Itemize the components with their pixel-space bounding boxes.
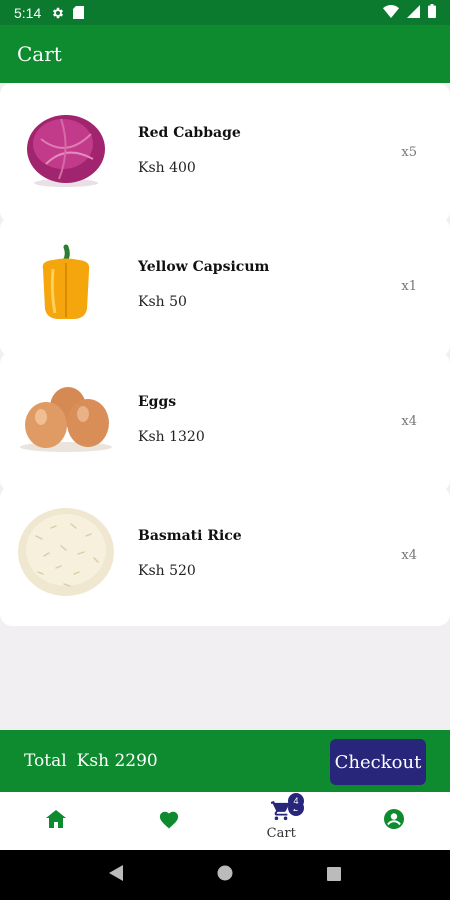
home-icon [46,810,67,832]
system-navigation-bar [0,850,450,900]
item-price: Ksh 520 [138,563,196,579]
signal-icon [407,4,420,21]
cart-item[interactable]: Basmati Rice Ksh 520 x4 [0,486,450,626]
cart-item[interactable]: Eggs Ksh 1320 x4 [0,352,450,492]
recents-icon[interactable] [327,866,341,885]
cart-item[interactable]: Yellow Capsicum Ksh 50 x1 [0,217,450,357]
item-quantity: x4 [401,548,417,563]
item-name: Eggs [138,394,177,410]
page-title: Cart [17,42,62,66]
account-icon [383,809,404,833]
item-price: Ksh 400 [138,160,196,176]
item-quantity: x5 [401,145,417,160]
red-cabbage-image [16,105,116,193]
cart-nav-label: Cart [266,826,296,841]
bottom-nav: 2 Cart 4 [0,792,450,850]
status-bar: 5:14 [0,0,450,25]
total-value: Ksh 2290 [76,751,158,771]
battery-icon [428,4,436,21]
total-bar: Total Ksh 2290 Checkout [0,730,450,792]
home-button-icon[interactable] [217,865,233,885]
wifi-icon [383,4,399,21]
item-name: Basmati Rice [138,528,242,544]
yellow-capsicum-image [16,239,116,327]
sd-card-icon [73,6,85,19]
item-name: Yellow Capsicum [138,259,270,275]
status-time: 5:14 [14,4,42,21]
item-quantity: x1 [401,279,417,294]
item-name: Red Cabbage [138,125,241,141]
cart-badge: 4 [288,793,304,809]
nav-favorites[interactable]: 2 [113,792,304,850]
item-quantity: x4 [401,414,417,429]
basmati-rice-image [16,508,116,596]
nav-home[interactable] [0,792,113,850]
item-price: Ksh 1320 [138,429,205,445]
nav-account[interactable] [338,792,450,850]
checkout-button[interactable]: Checkout [330,739,426,785]
total-label: Total [24,751,67,771]
eggs-image [16,374,116,462]
app-bar: Cart [0,25,450,83]
heart-icon [158,809,180,833]
nav-cart[interactable]: Cart 4 [225,792,338,850]
item-price: Ksh 50 [138,294,187,310]
settings-icon [51,6,65,20]
back-icon[interactable] [109,865,123,885]
cart-item[interactable]: Red Cabbage Ksh 400 x5 [0,83,450,223]
